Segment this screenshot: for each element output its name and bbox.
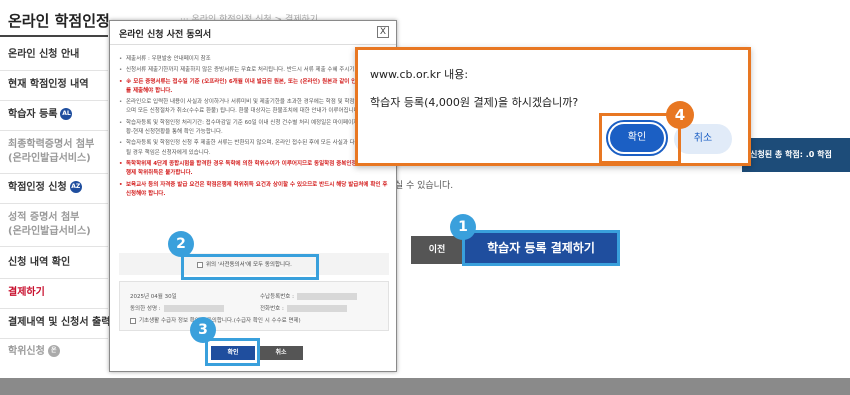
sidebar-divider bbox=[0, 246, 108, 247]
sidebar-divider bbox=[0, 130, 108, 131]
sidebar-divider bbox=[0, 173, 108, 174]
step-4-marker: 4 bbox=[666, 101, 694, 129]
confirm-dialog-title: www.cb.or.kr 내용: bbox=[370, 68, 469, 81]
sidebar-item-learner-register[interactable]: 학습자 등록 AL bbox=[8, 108, 73, 122]
sidebar-divider bbox=[0, 308, 108, 309]
applicant-info: 2025년 04월 30일 수납등록번호 : 동의한 성명 : 전화번호 : 기… bbox=[119, 281, 389, 331]
step-1-marker: 1 bbox=[450, 214, 476, 240]
sidebar-badge: AL bbox=[60, 108, 73, 120]
sidebar-divider bbox=[0, 100, 108, 101]
consent-paragraph: 온라인으로 입력한 내용이 사실과 상이하거나 서류미비 및 제출기한을 초과한… bbox=[119, 98, 393, 117]
sidebar-item-check[interactable]: 신청 내역 확인 bbox=[8, 256, 70, 270]
sidebar-badge: 온 bbox=[47, 345, 60, 357]
masked-value bbox=[296, 293, 357, 300]
sidebar-item-degree[interactable]: 학위신청 온 bbox=[8, 345, 60, 359]
consent-paragraph: 신청서류 제출기한까지 제출하지 않은 증빙서류는 무효로 처리됩니다. 반드시… bbox=[119, 66, 393, 76]
basic-living-consent[interactable]: 기초생활 수급자 정보 확인에 동의합니다.(수급자 확인 시 수수료 면제) bbox=[130, 316, 301, 324]
sidebar-divider bbox=[0, 278, 108, 279]
modal-cancel-button[interactable]: 취소 bbox=[259, 346, 303, 360]
modal-header: 온라인 신청 사전 동의서 X bbox=[110, 21, 396, 45]
sidebar-item-payment[interactable]: 결제하기 bbox=[8, 286, 45, 300]
sidebar-item-transcript-attach[interactable]: 성적 증명서 첨부 (온라인발급서비스) bbox=[8, 211, 91, 239]
total-credits-banner: 신청된 총 학점: .0 학점 bbox=[742, 138, 850, 172]
sidebar-badge: AZ bbox=[69, 181, 82, 193]
applicant-name: 동의한 성명 : bbox=[130, 304, 224, 312]
agreement-date: 2025년 04월 30일 bbox=[130, 294, 177, 300]
sidebar-item-payment-history[interactable]: 결제내역 및 신청서 출력 bbox=[8, 316, 110, 330]
sidebar-divider bbox=[0, 203, 108, 204]
consent-paragraph-warning: ※ 모든 증명서류는 접수일 기준 (오프라인) 6개월 이내 발급된 원본, … bbox=[119, 78, 393, 97]
sidebar-item-diploma-attach[interactable]: 최종학력증명서 첨부 (온라인발급서비스) bbox=[8, 138, 94, 166]
page-footer bbox=[0, 378, 850, 395]
prev-button[interactable]: 이전 bbox=[411, 236, 463, 264]
consent-paragraph: 학습자등록 및 학점인정 처리기간: 접수마감일 기준 60일 이내 신청 건수… bbox=[119, 119, 393, 138]
sidebar-item-guide[interactable]: 온라인 신청 안내 bbox=[8, 48, 79, 62]
title-divider bbox=[0, 35, 108, 37]
consent-paragraph: 제출서류 : 우편발송 안내페이지 참조 bbox=[119, 55, 393, 65]
step3-highlight bbox=[205, 338, 260, 366]
receipt-number: 수납등록번호 : bbox=[260, 292, 357, 300]
page-title: 온라인 학점인정 bbox=[8, 12, 110, 30]
consent-paragraph-warning: 독학학위제 4단계 종합시험을 합격한 경우 독학에 의한 학위수여가 이루어지… bbox=[119, 160, 393, 179]
sidebar-item-credit-apply[interactable]: 학점인정 신청 AZ bbox=[8, 181, 82, 195]
sidebar-divider bbox=[0, 70, 108, 71]
consent-modal: 온라인 신청 사전 동의서 X 제출서류 : 우편발송 안내페이지 참조 신청서… bbox=[109, 20, 397, 372]
consent-paragraph-warning: 보육교사 등의 자격증 발급 요건은 학점은행제 학위취득 요건과 상이할 수 … bbox=[119, 181, 393, 200]
sidebar-item-current-credits[interactable]: 현재 학점인정 내역 bbox=[8, 78, 89, 92]
consent-paragraph: 학습자등록 및 학점인정 신청 후 제출한 서류는 반환되지 않으며, 온라인 … bbox=[119, 139, 393, 158]
masked-value bbox=[163, 305, 224, 312]
modal-content: 제출서류 : 우편발송 안내페이지 참조 신청서류 제출기한까지 제출하지 않은… bbox=[119, 55, 393, 199]
learner-register-payment-button[interactable]: 학습자 등록 결제하기 bbox=[462, 230, 620, 266]
masked-value bbox=[286, 305, 347, 312]
phone-number: 전화번호 : bbox=[260, 304, 347, 312]
modal-title: 온라인 신청 사전 동의서 bbox=[119, 30, 212, 40]
confirm-dialog-message: 학습자 등록(4,000원 결제)을 하시겠습니까? bbox=[370, 96, 579, 109]
step-2-marker: 2 bbox=[168, 231, 194, 257]
step2-highlight bbox=[181, 254, 319, 280]
step-3-marker: 3 bbox=[190, 317, 216, 343]
close-icon[interactable]: X bbox=[377, 26, 389, 38]
checkbox-icon[interactable] bbox=[130, 317, 136, 324]
sidebar-divider bbox=[0, 338, 108, 339]
